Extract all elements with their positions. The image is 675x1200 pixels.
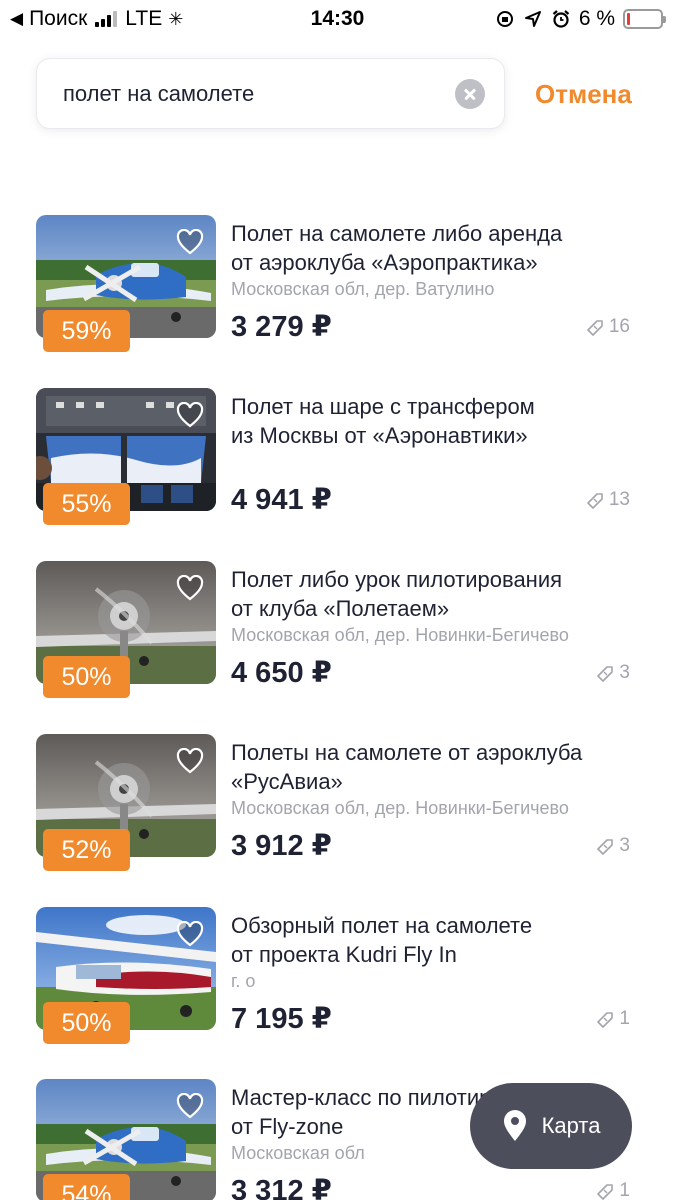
favorite-heart-icon[interactable]: [176, 229, 204, 255]
coupon-count-value: 13: [608, 489, 630, 510]
discount-badge: 50%: [43, 656, 130, 698]
map-button[interactable]: Карта: [470, 1083, 632, 1169]
alarm-icon: [551, 9, 571, 29]
coupon-count-value: 16: [608, 316, 630, 337]
result-coupon-count: 1: [595, 1008, 630, 1030]
coupon-tag-icon: [597, 666, 614, 682]
coupon-tag-icon: [597, 1184, 614, 1200]
result-coupon-count: 13: [585, 489, 630, 511]
discount-badge: 55%: [43, 483, 130, 525]
status-bar: ◀ Поиск LTE ✳ 14:30 6 %: [0, 0, 675, 40]
result-title-line: Обзорный полет на самолете: [231, 913, 533, 938]
result-title-line: Полет на самолете либо аренда: [231, 221, 563, 246]
result-title[interactable]: Полеты на самолете от аэроклуба «РусАвиа…: [231, 738, 661, 796]
coupon-tag-icon: [597, 1012, 614, 1028]
result-item[interactable]: 50% Полет либо урок пилотирования от клу…: [36, 561, 656, 698]
cancel-button[interactable]: Отмена: [535, 79, 632, 110]
result-location: Московская обл, дер. Новинки-Бегичево: [231, 625, 569, 645]
result-price: 4 650 ₽: [231, 657, 332, 689]
result-item[interactable]: 52% Полеты на самолете от аэроклуба «Рус…: [36, 734, 656, 871]
result-price: 4 941 ₽: [231, 484, 332, 516]
result-title-line: «РусАвиа»: [231, 769, 343, 794]
result-price: 3 312 ₽: [231, 1175, 332, 1200]
result-title-line: Полеты на самолете от аэроклуба: [231, 740, 583, 765]
status-right: 6 %: [495, 7, 666, 31]
favorite-heart-icon[interactable]: [176, 575, 204, 601]
screen: ◀ Поиск LTE ✳ 14:30 6 % Отмена: [0, 0, 675, 1200]
orientation-lock-icon: [495, 9, 515, 29]
result-title-line: из Москвы от «Аэронавтики»: [231, 423, 528, 448]
result-item[interactable]: 55% Полет на шаре с трансфером из Москвы…: [36, 388, 656, 525]
search-input[interactable]: [63, 59, 463, 128]
result-title[interactable]: Полет либо урок пилотирования от клуба «…: [231, 565, 661, 623]
coupon-tag-icon: [587, 493, 603, 509]
result-title-line: Полет либо урок пилотирования: [231, 567, 563, 592]
discount-badge: 59%: [43, 310, 130, 352]
result-title-line: от аэроклуба «Аэропрактика»: [231, 250, 538, 275]
result-item[interactable]: 59% Полет на самолете либо аренда от аэр…: [36, 215, 656, 352]
result-price: 7 195 ₽: [231, 1003, 332, 1035]
result-title[interactable]: Полет на шаре с трансфером из Москвы от …: [231, 392, 661, 450]
result-price: 3 279 ₽: [231, 311, 332, 343]
coupon-count-value: 1: [619, 1008, 630, 1029]
discount-badge: 52%: [43, 829, 130, 871]
favorite-heart-icon[interactable]: [176, 748, 204, 774]
result-title-line: от проекта Kudri Fly In: [231, 942, 457, 967]
coupon-tag-icon: [587, 320, 603, 336]
battery-icon: [623, 9, 666, 29]
clear-search-icon[interactable]: [455, 79, 485, 109]
result-price: 3 912 ₽: [231, 830, 332, 862]
result-location: Московская обл, дер. Новинки-Бегичево: [231, 798, 569, 818]
location-arrow-icon: [523, 9, 543, 29]
map-pin-icon: [503, 1110, 526, 1141]
result-title[interactable]: Полет на самолете либо аренда от аэроклу…: [231, 219, 661, 277]
result-location: Московская обл, дер. Ватулино: [231, 279, 495, 299]
battery-percent: 6 %: [578, 7, 615, 30]
result-title-line: от клуба «Полетаем»: [231, 596, 450, 621]
result-item[interactable]: 50% Обзорный полет на самолете от проект…: [36, 907, 656, 1044]
result-coupon-count: 3: [595, 835, 630, 857]
coupon-count-value: 1: [619, 1180, 630, 1200]
result-coupon-count: 1: [595, 1180, 630, 1200]
result-title-line: Полет на шаре с трансфером: [231, 394, 535, 419]
favorite-heart-icon[interactable]: [176, 921, 204, 947]
coupon-count-value: 3: [619, 662, 630, 683]
map-button-label: Карта: [541, 1113, 601, 1138]
result-location: г. о: [231, 971, 256, 991]
result-coupon-count: 16: [585, 316, 630, 338]
favorite-heart-icon[interactable]: [176, 1093, 204, 1119]
discount-badge: 50%: [43, 1002, 130, 1044]
discount-badge: 54%: [43, 1174, 130, 1200]
coupon-count-value: 3: [619, 835, 630, 856]
search-box[interactable]: [36, 58, 505, 129]
result-coupon-count: 3: [595, 662, 630, 684]
result-title[interactable]: Обзорный полет на самолете от проекта Ku…: [231, 911, 661, 969]
favorite-heart-icon[interactable]: [176, 402, 204, 428]
coupon-tag-icon: [597, 839, 614, 855]
